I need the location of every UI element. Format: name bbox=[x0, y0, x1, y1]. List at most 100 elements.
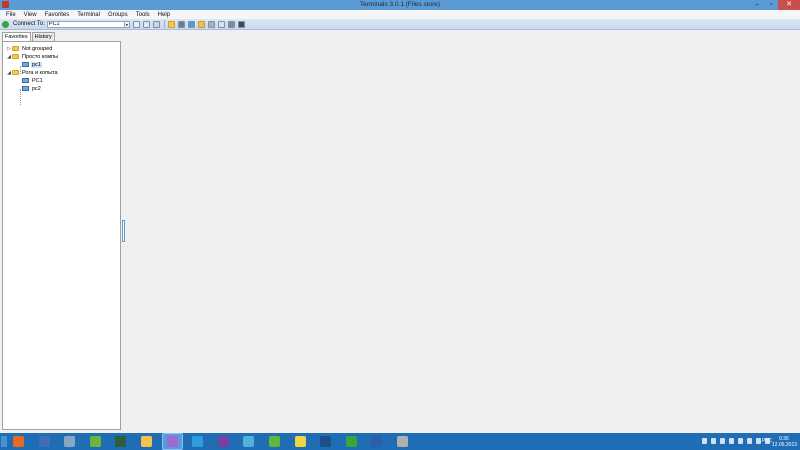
edit-icon[interactable] bbox=[152, 20, 160, 28]
internet-explorer-icon bbox=[192, 436, 204, 447]
maximize-button[interactable]: ▫ bbox=[764, 0, 778, 10]
connect-to-input[interactable] bbox=[46, 20, 125, 28]
favorites-panel: Favorites History ▷ Not grouped ◢ Просто… bbox=[2, 32, 122, 432]
taskbar-app-button[interactable] bbox=[342, 434, 361, 449]
clock[interactable]: 0:36 12.06.2013 bbox=[772, 436, 798, 448]
tray-app-icon[interactable] bbox=[738, 438, 743, 444]
start-button[interactable] bbox=[1, 436, 7, 447]
terminals-app-icon bbox=[166, 436, 178, 447]
tray-app-icon[interactable] bbox=[729, 438, 734, 444]
menu-favorites[interactable]: Favorites bbox=[45, 12, 70, 18]
favorite-star-icon[interactable] bbox=[167, 20, 175, 28]
taskbar-app-button[interactable] bbox=[137, 434, 156, 449]
taskbar-app-button[interactable] bbox=[35, 434, 54, 449]
network-icon[interactable] bbox=[747, 438, 752, 444]
terminal-grid-icon bbox=[115, 436, 127, 447]
taskbar-app-button[interactable] bbox=[111, 434, 130, 449]
taskbar-app-button[interactable] bbox=[188, 434, 207, 449]
tray-app-icon[interactable] bbox=[720, 438, 725, 444]
taskbar-app-button[interactable] bbox=[367, 434, 386, 449]
folder-icon bbox=[12, 46, 19, 51]
keyboard-icon[interactable] bbox=[197, 20, 205, 28]
tree-item-label: PC1 bbox=[32, 77, 43, 84]
save-icon[interactable] bbox=[142, 20, 150, 28]
favorites-tree: ▷ Not grouped ◢ Просто компы pc1 ◢ Рога … bbox=[2, 41, 121, 430]
menu-terminal[interactable]: Terminal bbox=[77, 12, 100, 18]
ping-icon[interactable] bbox=[217, 20, 225, 28]
minimize-button[interactable]: – bbox=[750, 0, 764, 10]
menu-tools[interactable]: Tools bbox=[136, 12, 150, 18]
fullscreen-icon[interactable] bbox=[187, 20, 195, 28]
menu-file[interactable]: File bbox=[6, 12, 16, 18]
volume-icon[interactable] bbox=[756, 438, 761, 444]
tree-group-label: Not grouped bbox=[22, 45, 53, 52]
computer-icon bbox=[22, 78, 29, 83]
tree-item-pc1[interactable]: pc1 bbox=[22, 61, 42, 68]
connect-go-icon[interactable] bbox=[2, 20, 9, 28]
tree-group-not-grouped[interactable]: ▷ Not grouped bbox=[6, 45, 53, 52]
folder-icon bbox=[12, 54, 19, 59]
split-icon[interactable] bbox=[207, 20, 215, 28]
taskbar-app-button[interactable] bbox=[265, 434, 284, 449]
tray-app-icon[interactable] bbox=[711, 438, 716, 444]
computer-icon bbox=[22, 86, 29, 91]
network-icon[interactable] bbox=[227, 20, 235, 28]
screenshot-icon[interactable] bbox=[237, 20, 245, 28]
computer-icon bbox=[22, 62, 29, 67]
terminal-workspace bbox=[126, 31, 800, 433]
system-tray bbox=[698, 438, 770, 444]
notepad-icon bbox=[89, 436, 101, 447]
window-title: Terminals 3.0.1 (Files store) bbox=[359, 1, 441, 8]
calendar-app-icon bbox=[269, 436, 280, 447]
window-controls: – ▫ ✕ bbox=[750, 0, 800, 10]
utorrent-icon bbox=[345, 436, 357, 447]
firefox-icon bbox=[13, 436, 24, 447]
floppy-icon bbox=[217, 436, 229, 447]
tree-item-label: pc2 bbox=[32, 85, 41, 92]
tools-icon bbox=[397, 436, 408, 447]
taskbar-app-button[interactable] bbox=[316, 434, 335, 449]
clock-date: 12.06.2013 bbox=[772, 442, 798, 448]
tab-history[interactable]: History bbox=[31, 32, 55, 41]
title-bar: Terminals 3.0.1 (Files store) – ▫ ✕ bbox=[0, 0, 800, 10]
app-window-icon bbox=[64, 436, 76, 447]
connect-to-label: Connect To: bbox=[13, 21, 45, 27]
taskbar-app-button[interactable] bbox=[393, 434, 412, 449]
new-connection-icon[interactable] bbox=[132, 20, 140, 28]
tree-item-PC1[interactable]: PC1 bbox=[22, 77, 44, 84]
connect-dropdown-button[interactable]: ▾ bbox=[124, 20, 130, 28]
taskbar-app-button[interactable] bbox=[239, 434, 258, 449]
tree-group-prosto-kompy[interactable]: ◢ Просто компы bbox=[6, 53, 59, 60]
sun-icon bbox=[294, 436, 306, 447]
taskbar: РУС 0:36 12.06.2013 bbox=[0, 433, 800, 450]
panel-splitter-handle[interactable] bbox=[122, 220, 125, 242]
menu-view[interactable]: View bbox=[24, 12, 37, 18]
tray-arrow-icon[interactable] bbox=[702, 438, 707, 444]
tree-group-roga-i-kopyta[interactable]: ◢ Рога и копыта bbox=[6, 69, 59, 76]
taskbar-app-button[interactable] bbox=[291, 434, 310, 449]
language-indicator[interactable]: РУС bbox=[762, 438, 772, 444]
file-explorer-icon bbox=[141, 436, 152, 447]
taskbar-app-button[interactable] bbox=[161, 433, 183, 450]
taskbar-app-button[interactable] bbox=[9, 434, 28, 449]
menu-help[interactable]: Help bbox=[158, 12, 170, 18]
close-button[interactable]: ✕ bbox=[778, 0, 800, 10]
tree-item-pc2[interactable]: pc2 bbox=[22, 85, 42, 92]
taskbar-app-button[interactable] bbox=[60, 434, 79, 449]
panel-tabs: Favorites History bbox=[2, 32, 56, 42]
document-app-icon bbox=[371, 436, 383, 447]
group-icon[interactable] bbox=[177, 20, 185, 28]
taskbar-app-button[interactable] bbox=[214, 434, 233, 449]
menu-bar: File View Favorites Terminal Groups Tool… bbox=[0, 10, 800, 19]
tree-line bbox=[20, 89, 21, 105]
menu-groups[interactable]: Groups bbox=[108, 12, 128, 18]
tree-group-label: Просто компы bbox=[22, 53, 59, 60]
thunderbird-icon bbox=[38, 436, 50, 447]
tree-item-label: pc1 bbox=[31, 61, 42, 68]
toolbar: Connect To: ▾ bbox=[0, 19, 800, 30]
circle-app-icon bbox=[320, 436, 332, 447]
tree-group-label: Рога и копыта bbox=[22, 69, 58, 76]
files-icon bbox=[243, 436, 255, 447]
toolbar-separator bbox=[163, 20, 165, 28]
taskbar-app-button[interactable] bbox=[86, 434, 105, 449]
